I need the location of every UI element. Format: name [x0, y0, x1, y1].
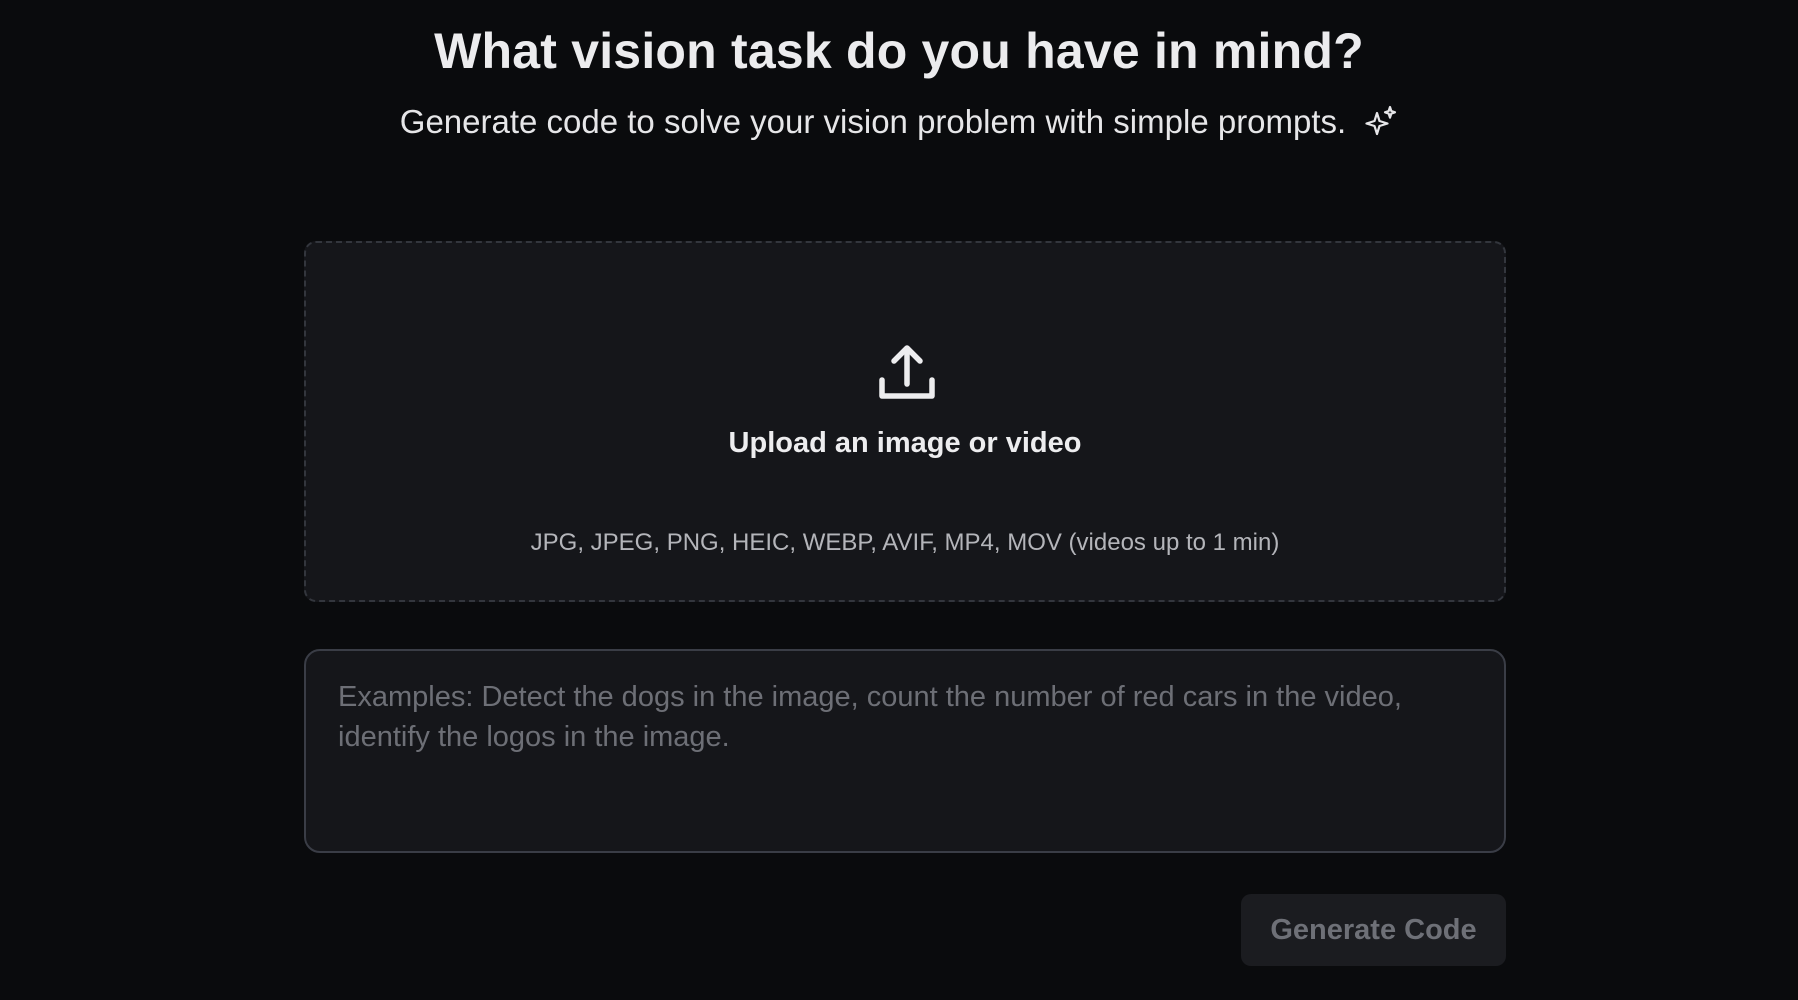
page-subtitle: Generate code to solve your vision probl…	[399, 103, 1347, 140]
generate-code-button[interactable]: Generate Code	[1241, 894, 1506, 966]
upload-label: Upload an image or video	[728, 427, 1082, 459]
sparkle-icon	[1364, 105, 1398, 139]
upload-formats-hint: JPG, JPEG, PNG, HEIC, WEBP, AVIF, MP4, M…	[530, 529, 1280, 556]
prompt-input[interactable]	[304, 649, 1506, 853]
page: What vision task do you have in mind? Ge…	[0, 0, 1798, 1000]
upload-dropzone[interactable]: Upload an image or video JPG, JPEG, PNG,…	[304, 241, 1506, 602]
upload-icon	[876, 342, 938, 404]
subtitle-row: Generate code to solve your vision probl…	[0, 103, 1798, 141]
page-title: What vision task do you have in mind?	[434, 23, 1364, 79]
